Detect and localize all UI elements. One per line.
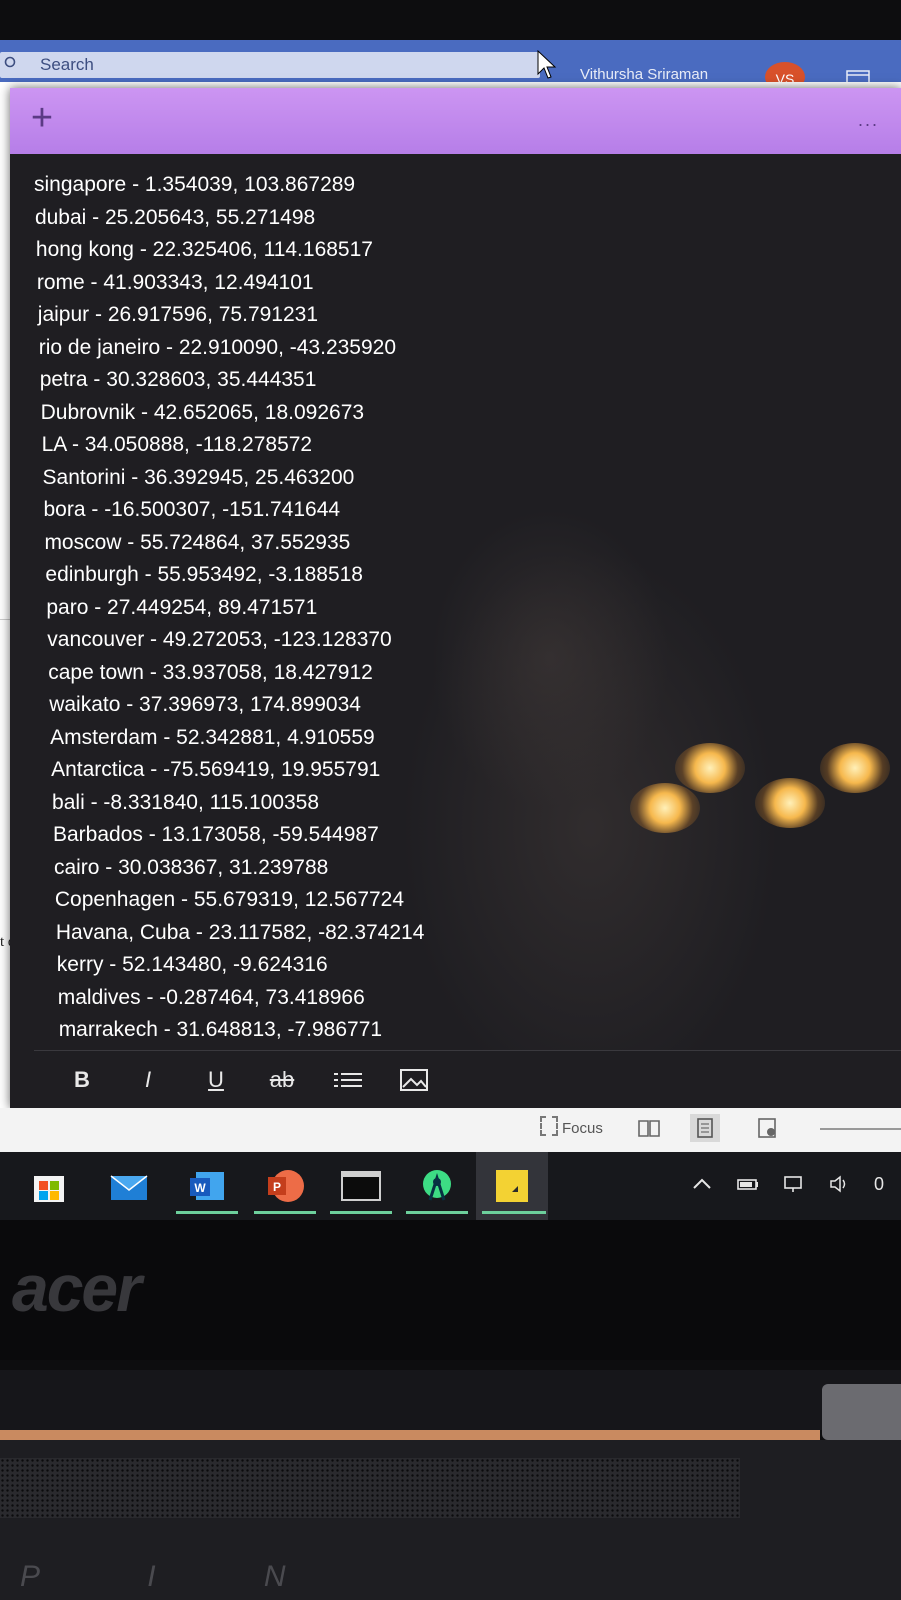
sticky-note-window: + ... singapore - 1.354039, 103.867289 du… [10, 88, 901, 1109]
note-line: LA - 34.050888, -118.278572 [41, 433, 313, 456]
mouse-cursor-icon [537, 50, 557, 79]
note-line: kerry - 52.143480, -9.624316 [56, 953, 328, 976]
note-line: cairo - 30.038367, 31.239788 [53, 855, 329, 879]
note-line: bali - -8.331840, 115.100358 [52, 790, 320, 814]
note-line: maldives - -0.287464, 73.418966 [57, 985, 365, 1009]
note-line: waikato - 37.396973, 174.899034 [49, 693, 361, 716]
zoom-slider[interactable] [820, 1128, 901, 1130]
underline-button[interactable]: U [198, 1065, 234, 1095]
android-studio-icon[interactable] [416, 1166, 458, 1206]
search-placeholder: Search [40, 55, 94, 74]
android-studio-running-indicator [406, 1211, 468, 1214]
mail-icon[interactable] [108, 1166, 150, 1206]
note-line: dubai - 25.205643, 55.271498 [34, 205, 316, 229]
note-line: rome - 41.903343, 12.494101 [36, 270, 314, 294]
battery-icon[interactable] [736, 1174, 760, 1194]
note-line: Copenhagen - 55.679319, 12.567724 [54, 888, 405, 911]
account-name[interactable]: Vithursha Sriraman [580, 66, 708, 83]
sticky-notes-running-indicator [482, 1211, 546, 1214]
word-icon[interactable]: W [186, 1166, 228, 1206]
clock-partial[interactable]: 0 [874, 1174, 884, 1195]
svg-text:W: W [194, 1181, 206, 1195]
note-line: bora - -16.500307, -151.741644 [43, 498, 341, 521]
note-line: Dubrovnik - 42.652065, 18.092673 [40, 400, 365, 424]
note-line: cape town - 33.937058, 18.427912 [48, 660, 373, 684]
focus-icon [540, 1116, 558, 1136]
more-options-button[interactable]: ... [858, 110, 888, 130]
note-line: rio de janeiro - 22.910090, -43.235920 [38, 335, 397, 359]
store-icon[interactable] [28, 1166, 70, 1206]
search-icon [4, 56, 16, 68]
keyboard-keys: P I N [20, 1560, 336, 1593]
svg-text:P: P [273, 1180, 281, 1194]
screen: Search Vithursha Sriraman VS t d + ... s… [0, 40, 901, 1220]
word-title-bar: Search Vithursha Sriraman VS [0, 40, 901, 92]
sticky-note-header: + ... [10, 88, 901, 154]
terminal-running-indicator [330, 1211, 392, 1214]
laptop-trim [0, 1430, 820, 1440]
add-image-icon[interactable] [396, 1065, 432, 1095]
laptop-hinge [0, 1370, 901, 1430]
note-line: Santorini - 36.392945, 25.463200 [42, 465, 355, 489]
add-note-button[interactable]: + [22, 98, 62, 138]
note-line: edinburgh - 55.953492, -3.188518 [45, 563, 363, 586]
print-layout-icon[interactable] [690, 1114, 720, 1142]
terminal-icon[interactable] [340, 1166, 382, 1206]
speaker-grille [0, 1458, 740, 1518]
chevron-up-icon[interactable] [690, 1174, 714, 1194]
focus-label: Focus [562, 1120, 603, 1137]
note-line: singapore - 1.354039, 103.867289 [34, 173, 356, 196]
powerpoint-icon[interactable]: P [264, 1166, 306, 1206]
note-text-area[interactable]: singapore - 1.354039, 103.867289 dubai - … [34, 170, 894, 1050]
strikethrough-button[interactable]: ab [264, 1065, 300, 1095]
note-line: Antarctica - -75.569419, 19.955791 [51, 758, 381, 781]
brand-logo: acer [12, 1251, 142, 1325]
note-line: vancouver - 49.272053, -123.128370 [47, 628, 392, 651]
focus-mode-button[interactable]: Focus [540, 1116, 603, 1142]
formatting-toolbar: B I U ab [34, 1050, 901, 1109]
note-line: jaipur - 26.917596, 75.791231 [37, 303, 319, 326]
note-line: Barbados - 13.173058, -59.544987 [53, 823, 379, 846]
sticky-notes-icon[interactable] [492, 1166, 534, 1206]
powerpoint-running-indicator [254, 1211, 316, 1214]
note-line: moscow - 55.724864, 37.552935 [44, 530, 351, 554]
search-box[interactable]: Search [0, 52, 540, 78]
note-line: Havana, Cuba - 23.117582, -82.374214 [55, 920, 425, 944]
word-status-bar: Focus [0, 1108, 901, 1152]
windows-taskbar: W P 0 [0, 1152, 901, 1220]
read-mode-icon[interactable] [634, 1114, 664, 1142]
word-running-indicator [176, 1211, 238, 1214]
network-icon[interactable] [782, 1174, 806, 1194]
note-line: petra - 30.328603, 35.444351 [39, 368, 317, 391]
web-layout-icon[interactable] [752, 1114, 782, 1142]
bold-button[interactable]: B [64, 1065, 100, 1095]
note-line: hong kong - 22.325406, 114.168517 [35, 238, 373, 261]
hinge-cap [822, 1384, 901, 1440]
bullet-list-icon[interactable] [330, 1065, 366, 1095]
note-line: marrakech - 31.648813, -7.986771 [58, 1018, 383, 1041]
italic-button[interactable]: I [130, 1065, 166, 1095]
volume-icon[interactable] [828, 1174, 852, 1194]
note-line: paro - 27.449254, 89.471571 [46, 595, 318, 619]
note-line: Amsterdam - 52.342881, 4.910559 [50, 725, 375, 749]
